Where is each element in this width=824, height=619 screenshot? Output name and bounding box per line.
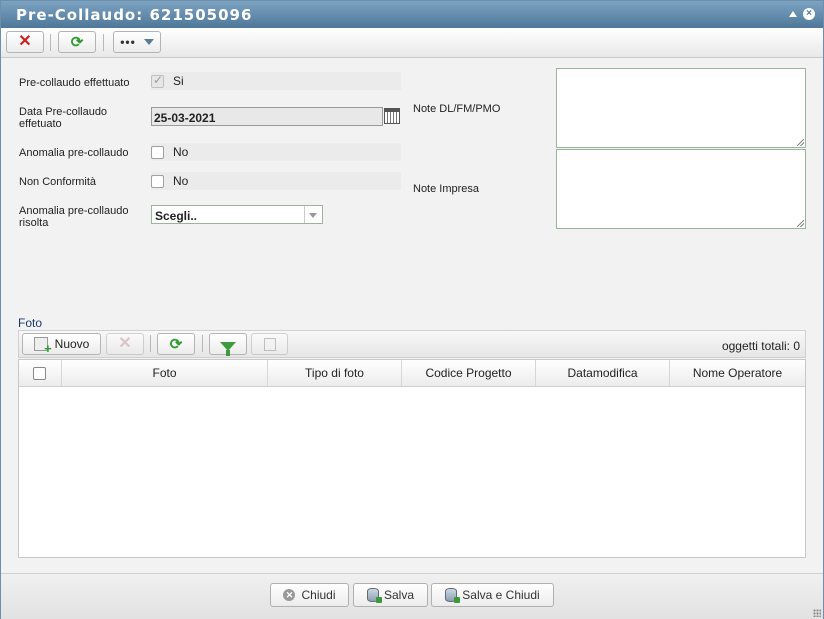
save-and-close-button-label: Salva e Chiudi (462, 588, 540, 602)
delete-icon: ✕ (18, 33, 32, 50)
save-and-close-button[interactable]: Salva e Chiudi (431, 583, 554, 607)
refresh-icon: ⟳ (70, 33, 84, 51)
title-bar[interactable]: Pre-Collaudo: 621505096 × (1, 1, 823, 28)
export-button[interactable] (251, 333, 288, 355)
anomalia-pre-collaudo-checkbox[interactable] (151, 146, 164, 159)
column-header-codice-progetto[interactable]: Codice Progetto (402, 360, 536, 386)
delete-icon: ✕ (118, 335, 132, 352)
resize-handle-icon[interactable] (797, 139, 804, 146)
anomalia-risolta-select[interactable]: Scegli.. (151, 205, 323, 224)
new-foto-label: Nuovo (54, 337, 90, 351)
field-background (151, 143, 401, 161)
more-icon: ••• (120, 35, 136, 49)
column-header-tipo-di-foto[interactable]: Tipo di foto (268, 360, 402, 386)
non-conformita-value: No (173, 174, 189, 188)
anomalia-risolta-label-line2: risolta (19, 217, 49, 229)
filter-button[interactable] (209, 333, 247, 356)
more-actions-button[interactable]: ••• (113, 31, 161, 53)
export-icon (263, 337, 276, 351)
chevron-down-icon[interactable] (304, 206, 322, 223)
anomalia-risolta-label: Anomalia pre-collaudo (19, 205, 129, 217)
collapse-icon[interactable] (789, 11, 797, 17)
toolbar-separator (50, 34, 51, 51)
field-background (151, 72, 401, 90)
grid-header: Foto Tipo di foto Codice Progetto Datamo… (19, 360, 805, 387)
window-title: Pre-Collaudo: 621505096 (16, 6, 253, 24)
title-buttons: × (789, 8, 815, 20)
calendar-icon[interactable] (384, 108, 400, 124)
filter-icon (220, 341, 236, 356)
total-count: oggetti totali: 0 (721, 339, 800, 353)
refresh-foto-button[interactable]: ⟳ (157, 333, 195, 355)
save-button-label: Salva (383, 588, 415, 602)
toolbar-separator (150, 335, 151, 352)
close-button[interactable]: ✕ Chiudi (270, 583, 349, 607)
chevron-down-icon (143, 39, 154, 45)
data-pre-collaudo-label: Data Pre-collaudo (19, 106, 108, 118)
anomalia-pre-collaudo-label: Anomalia pre-collaudo (19, 147, 129, 159)
add-icon (33, 337, 52, 356)
dialog-window: Pre-Collaudo: 621505096 × ✕ ⟳ ••• Pre-co… (0, 0, 824, 619)
select-all-checkbox[interactable] (33, 367, 46, 380)
data-pre-collaudo-input[interactable]: 25-03-2021 (151, 107, 383, 126)
note-impresa-label: Note Impresa (413, 183, 480, 195)
toolbar-separator (202, 335, 203, 352)
toolbar-separator (103, 34, 104, 51)
pre-collaudo-effettuato-label: Pre-collaudo effettuato (19, 77, 130, 89)
dialog-footer: ✕ Chiudi Salva Salva e Chiudi (1, 573, 823, 619)
delete-foto-button[interactable]: ✕ (106, 333, 144, 355)
window-resize-grip-icon[interactable] (813, 609, 821, 617)
column-header-nome-operatore[interactable]: Nome Operatore (670, 360, 805, 386)
save-icon (366, 588, 382, 603)
close-icon[interactable]: × (803, 8, 815, 20)
field-background (151, 172, 401, 190)
save-button[interactable]: Salva (353, 583, 428, 607)
close-icon: ✕ (283, 589, 296, 601)
foto-grid: Foto Tipo di foto Codice Progetto Datamo… (18, 359, 806, 558)
delete-button[interactable]: ✕ (6, 31, 44, 53)
note-impresa-textarea[interactable] (556, 149, 806, 229)
note-dl-textarea[interactable] (556, 68, 806, 148)
foto-section-title: Foto (18, 316, 43, 330)
data-pre-collaudo-label-line2: effetuato (19, 118, 62, 130)
select-all-cell (19, 360, 62, 386)
column-header-datamodifica[interactable]: Datamodifica (536, 360, 670, 386)
note-dl-label: Note DL/FM/PMO (413, 103, 501, 115)
new-foto-button[interactable]: Nuovo (22, 333, 101, 356)
close-button-label: Chiudi (301, 588, 336, 602)
refresh-icon: ⟳ (169, 335, 183, 353)
main-toolbar: ✕ ⟳ ••• (1, 28, 823, 58)
non-conformita-checkbox[interactable] (151, 175, 164, 188)
anomalia-risolta-selected-value: Scegli.. (155, 209, 198, 223)
column-header-foto[interactable]: Foto (62, 360, 268, 386)
foto-toolbar: Nuovo ✕ ⟳ oggetti totali: 0 (18, 330, 806, 358)
pre-collaudo-effettuato-checkbox[interactable] (151, 73, 164, 88)
resize-handle-icon[interactable] (797, 220, 804, 227)
non-conformita-label: Non Conformità (19, 176, 97, 188)
save-icon (445, 588, 461, 603)
pre-collaudo-effettuato-value: Si (173, 74, 184, 88)
refresh-button[interactable]: ⟳ (58, 31, 96, 53)
anomalia-pre-collaudo-value: No (173, 145, 189, 159)
